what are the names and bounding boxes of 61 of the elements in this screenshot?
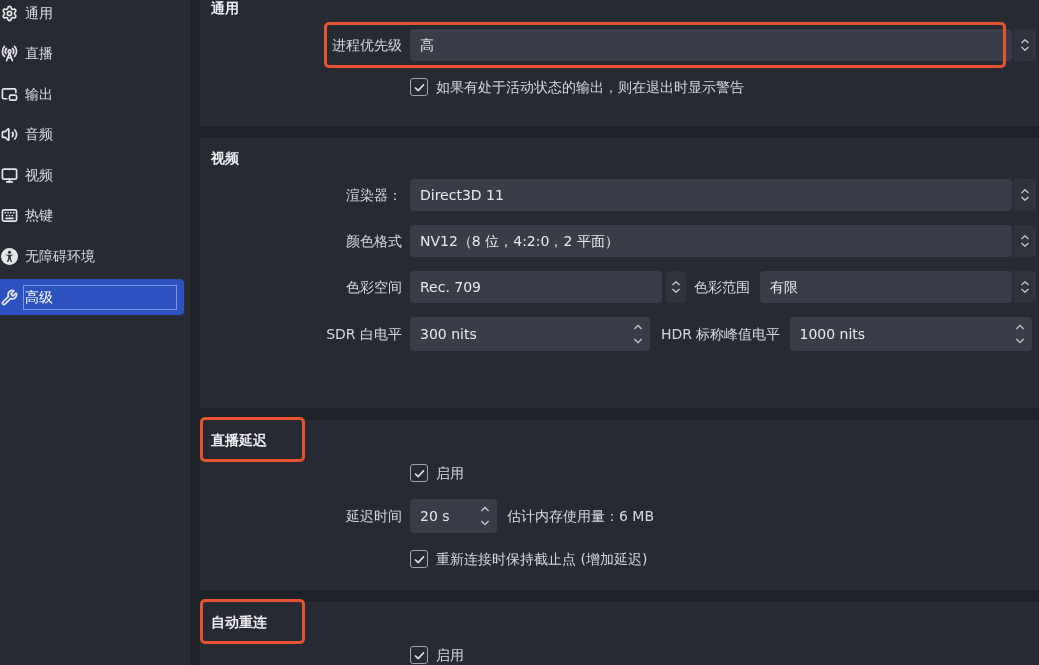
field-label: 渲染器： — [345, 185, 402, 205]
checkmark-icon — [413, 82, 425, 92]
dropdown-arrow-button[interactable] — [1013, 179, 1036, 211]
spin-arrows-icon — [480, 506, 490, 526]
keyboard-icon — [1, 207, 18, 225]
sidebar-item[interactable]: 直播 — [0, 35, 184, 72]
field-label: SDR 白电平 — [325, 324, 402, 344]
dropdown-arrow-button[interactable] — [1013, 225, 1036, 257]
spin-arrows-icon — [1015, 324, 1025, 344]
sidebar-item[interactable]: 热键 — [0, 197, 184, 234]
sidebar-item[interactable]: 视频 — [0, 157, 184, 194]
dropdown-select[interactable]: 有限 — [760, 271, 1012, 303]
sidebar-item[interactable]: 无障碍环境 — [0, 238, 184, 275]
chevron-up-down-icon — [672, 281, 680, 293]
dropdown-select[interactable]: Direct3D 11 — [410, 179, 1012, 211]
dropdown-select[interactable]: 高 — [410, 29, 1012, 61]
checkbox[interactable] — [410, 464, 428, 482]
sidebar-item[interactable]: 输出 — [0, 76, 184, 113]
number-field[interactable]: 1000 nits — [789, 317, 1032, 351]
section-title: 自动重连 — [211, 612, 267, 632]
number-field[interactable]: 300 nits — [410, 317, 650, 351]
field-label: HDR 标称峰值电平 — [661, 324, 781, 344]
sidebar-item[interactable]: 高级 — [0, 279, 184, 316]
dropdown-select[interactable]: Rec. 709 — [410, 271, 662, 303]
checkbox[interactable] — [410, 550, 428, 568]
antenna-icon — [1, 45, 18, 63]
checkmark-icon — [413, 650, 425, 660]
chevron-up-down-icon — [1020, 189, 1029, 201]
field-label: 延迟时间 — [345, 506, 402, 526]
field-label: 色彩范围 — [694, 277, 750, 297]
field-label: 颜色格式 — [345, 231, 402, 251]
sidebar-item[interactable]: 通用 — [0, 0, 184, 31]
sidebar-item[interactable]: 音频 — [0, 116, 184, 153]
dropdown-arrow-button[interactable] — [1013, 29, 1036, 61]
monitor-icon — [1, 166, 18, 184]
spin-arrows-icon — [633, 324, 643, 344]
wrench-icon — [1, 288, 18, 306]
number-field[interactable]: 20 s — [410, 499, 497, 533]
speaker-icon — [1, 126, 18, 144]
section-title: 视频 — [211, 148, 239, 168]
dropdown-arrow-button[interactable] — [666, 271, 686, 303]
dropdown-arrow-button[interactable] — [1013, 271, 1036, 303]
field-label: 进程优先级 — [331, 35, 402, 55]
section-title: 通用 — [211, 0, 239, 18]
memory-estimate-text: 估计内存使用量：6 MB — [507, 506, 655, 526]
checkmark-icon — [413, 554, 425, 564]
checkbox-label[interactable]: 重新连接时保持截止点 (增加延迟) — [436, 548, 648, 570]
checkbox-label[interactable]: 启用 — [436, 644, 464, 665]
chevron-up-down-icon — [1020, 281, 1029, 293]
checkbox-label[interactable]: 如果有处于活动状态的输出，则在退出时显示警告 — [436, 76, 744, 98]
checkbox[interactable] — [410, 78, 428, 96]
checkbox[interactable] — [410, 646, 428, 664]
checkbox-label[interactable]: 启用 — [436, 462, 464, 484]
gear-icon — [1, 4, 18, 22]
section-title: 直播延迟 — [211, 430, 267, 450]
field-label: 色彩空间 — [345, 277, 402, 297]
dropdown-select[interactable]: NV12（8 位，4:2:0，2 平面） — [410, 225, 1012, 257]
chevron-up-down-icon — [1020, 235, 1029, 247]
chevron-up-down-icon — [1020, 39, 1029, 51]
picture-in-picture-icon — [1, 85, 18, 103]
checkmark-icon — [413, 468, 425, 478]
